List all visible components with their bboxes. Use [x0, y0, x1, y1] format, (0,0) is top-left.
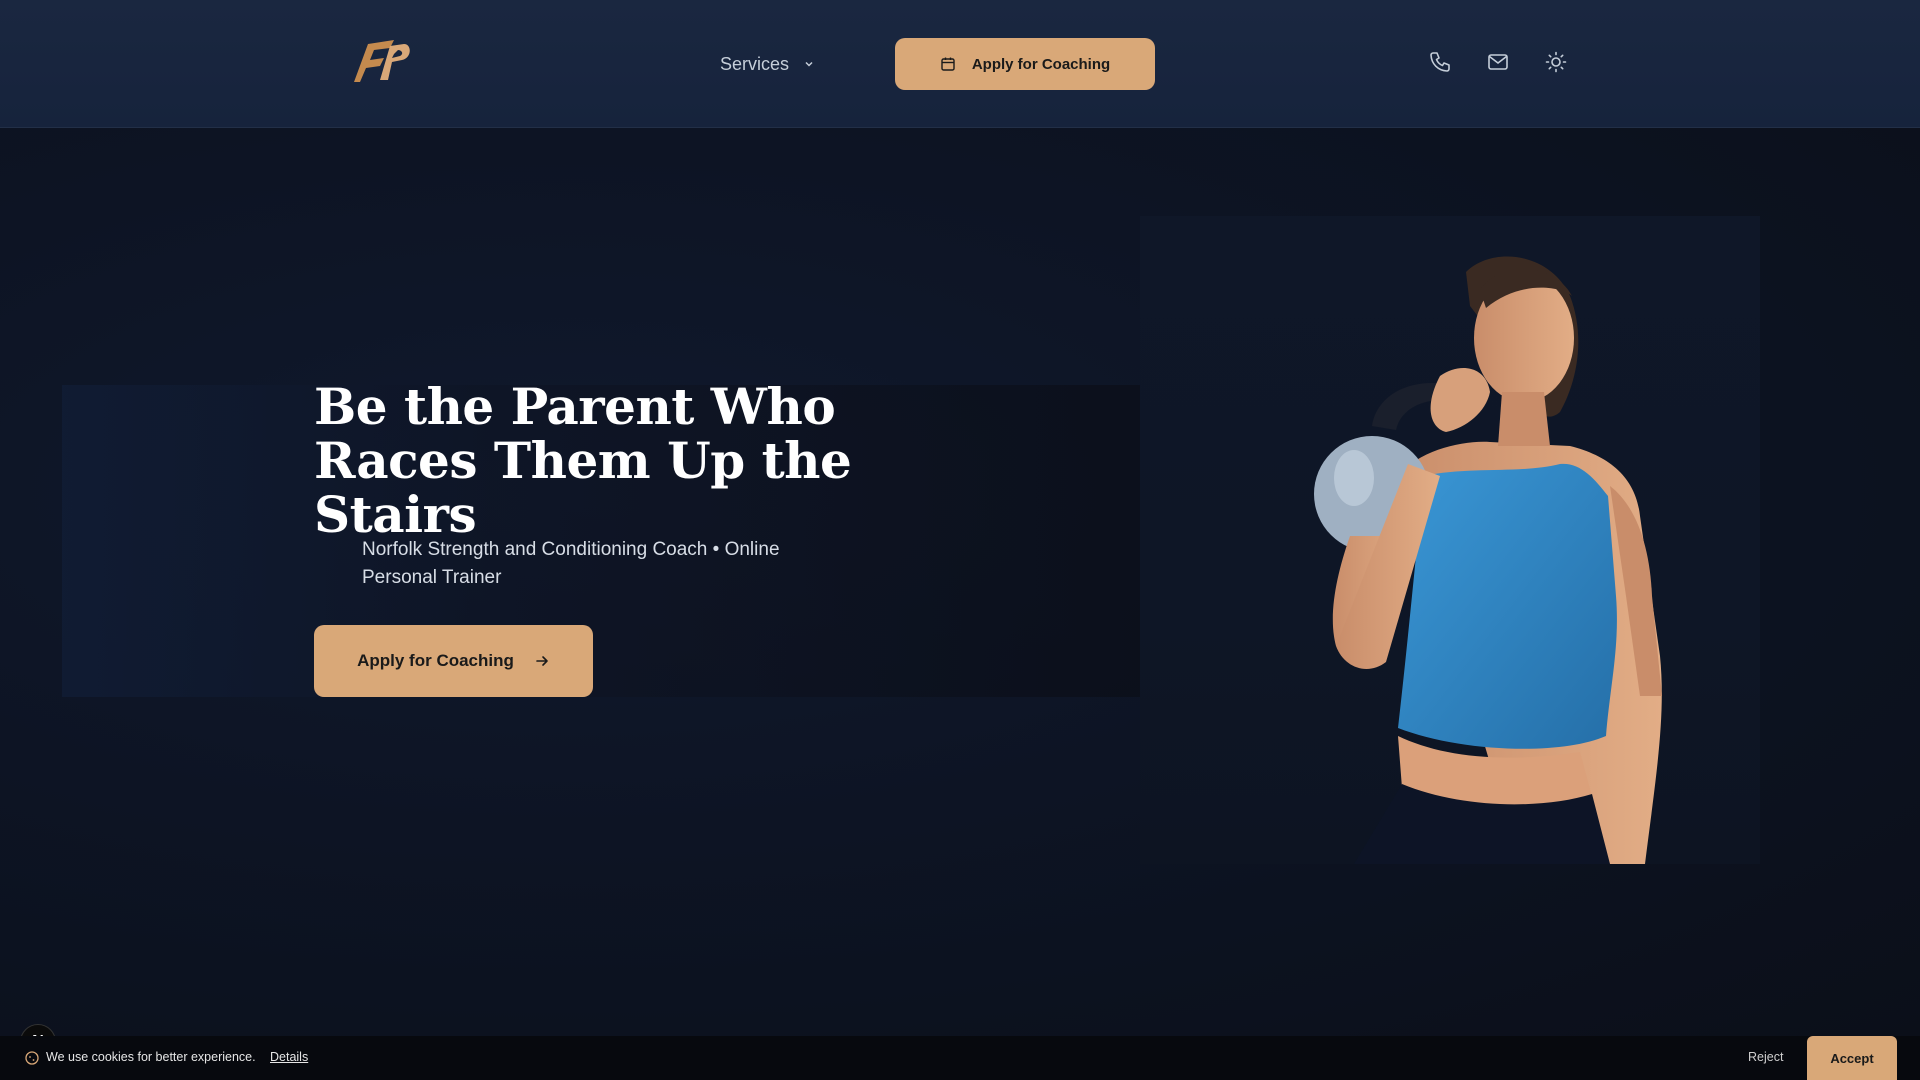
hero-apply-label: Apply for Coaching — [357, 651, 514, 670]
header-apply-label: Apply for Coaching — [971, 55, 1111, 73]
logo-icon[interactable] — [350, 36, 412, 86]
mail-icon[interactable] — [1486, 50, 1510, 74]
calendar-icon — [941, 57, 955, 71]
trainer-with-kettlebell-image — [1314, 256, 1662, 864]
cookie-icon — [25, 1051, 39, 1065]
header-icon-group — [1428, 50, 1568, 74]
cookie-accept-button[interactable]: Accept — [1807, 1036, 1897, 1080]
nav-services-label: Services — [720, 53, 790, 74]
cookie-bar: We use cookies for better experience. De… — [0, 1036, 1920, 1080]
arrow-right-icon — [536, 656, 548, 666]
cookie-reject-button[interactable]: Reject — [1748, 1050, 1783, 1064]
phone-icon[interactable] — [1428, 50, 1452, 74]
chevron-down-icon — [805, 61, 813, 67]
cookie-text: We use cookies for better experience. — [46, 1050, 256, 1064]
hero-apply-button[interactable]: Apply for Coaching — [314, 625, 593, 697]
nav-services[interactable]: Services — [720, 52, 815, 76]
hero-title: Be the Parent Who Races Them Up the Stai… — [314, 377, 852, 544]
hero-photo — [1140, 216, 1760, 864]
cookie-details-link[interactable]: Details — [270, 1050, 308, 1064]
sun-icon[interactable] — [1544, 50, 1568, 74]
header-apply-button[interactable]: Apply for Coaching — [895, 38, 1155, 90]
hero-subtitle: Norfolk Strength and Conditioning Coach … — [362, 539, 780, 588]
site-header: Services Apply for Coaching — [0, 0, 1920, 128]
